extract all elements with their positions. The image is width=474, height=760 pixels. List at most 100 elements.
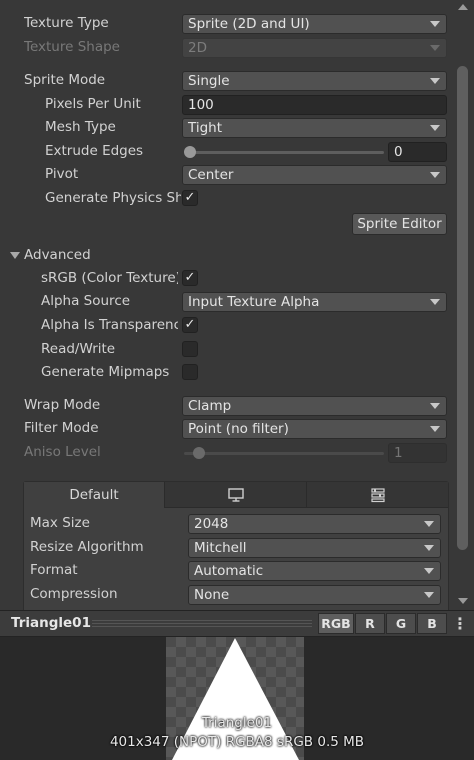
alpha-is-transparency-row: Alpha Is Transparency ✓ [0,315,452,337]
kebab-menu-icon[interactable]: ⋮ [452,614,468,634]
tab-default[interactable]: Default [24,482,165,508]
texture-shape-dropdown: 2D [182,38,447,58]
pixels-per-unit-label: Pixels Per Unit [45,96,141,112]
pixels-per-unit-field[interactable]: 100 [182,95,447,115]
compression-value: None [194,587,230,603]
scroll-down-icon[interactable] [458,598,468,604]
pivot-row: Pivot Center [0,164,452,186]
channel-g-button[interactable]: G [386,613,416,634]
texture-shape-label: Texture Shape [24,39,120,55]
mesh-type-dropdown[interactable]: Tight [182,118,447,138]
foldout-arrow-icon [10,252,20,259]
wrap-mode-dropdown[interactable]: Clamp [182,396,447,416]
alpha-source-dropdown[interactable]: Input Texture Alpha [182,292,447,312]
format-value: Automatic [194,563,264,579]
chevron-down-icon [424,521,434,527]
pivot-value: Center [188,167,234,183]
filter-mode-label: Filter Mode [24,420,99,436]
format-dropdown[interactable]: Automatic [188,561,441,581]
mesh-type-value: Tight [188,120,223,136]
read-write-checkbox[interactable] [182,341,198,357]
texture-type-dropdown[interactable]: Sprite (2D and UI) [182,14,447,34]
generate-physics-shape-label: Generate Physics Shape [45,190,181,206]
alpha-is-transparency-label: Alpha Is Transparency [41,317,178,333]
compression-row: Compression None [0,584,452,606]
tab-standalone[interactable] [165,482,307,508]
chevron-down-icon [424,568,434,574]
checkmark-icon: ✓ [184,317,196,332]
alpha-source-label: Alpha Source [41,293,131,309]
chevron-down-icon [430,299,440,305]
aniso-level-label: Aniso Level [24,444,101,460]
alpha-is-transparency-checkbox[interactable]: ✓ [182,317,198,333]
chevron-down-icon [430,45,440,51]
extrude-edges-slider[interactable] [188,151,384,154]
monitor-icon [227,488,244,502]
filter-mode-dropdown[interactable]: Point (no filter) [182,419,447,439]
inspector-scrollbar[interactable] [452,0,474,610]
sprite-mode-value: Single [188,73,230,89]
chevron-down-icon [430,426,440,432]
sprite-mode-label: Sprite Mode [24,72,106,88]
chevron-down-icon [424,545,434,551]
max-size-row: Max Size 2048 [0,513,452,535]
preview-title: Triangle01 [11,615,91,631]
sliders-icon [370,488,385,503]
aniso-level-slider-knob [193,447,205,459]
chevron-down-icon [430,78,440,84]
tab-server[interactable] [307,482,448,508]
generate-mipmaps-row: Generate Mipmaps [0,362,452,384]
scroll-up-icon[interactable] [458,4,468,10]
sprite-editor-button[interactable]: Sprite Editor [352,213,447,235]
advanced-foldout[interactable]: Advanced [0,245,452,267]
resize-algorithm-dropdown[interactable]: Mitchell [188,538,441,558]
pivot-label: Pivot [45,166,79,182]
chevron-down-icon [430,172,440,178]
preview-header: Triangle01 RGB R G B ⋮ [0,610,474,637]
resize-algorithm-row: Resize Algorithm Mitchell [0,537,452,559]
generate-physics-shape-row: Generate Physics Shape ✓ [0,188,452,210]
resize-algorithm-label: Resize Algorithm [30,539,144,555]
generate-mipmaps-label: Generate Mipmaps [41,364,170,380]
pivot-dropdown[interactable]: Center [182,165,447,185]
srgb-checkbox[interactable]: ✓ [182,270,198,286]
extrude-edges-label: Extrude Edges [45,143,144,159]
format-label: Format [30,562,78,578]
filter-mode-value: Point (no filter) [188,421,289,437]
texture-type-label: Texture Type [24,15,109,31]
format-row: Format Automatic [0,560,452,582]
aniso-level-row: Aniso Level 1 [0,442,452,464]
channel-rgb-button[interactable]: RGB [318,613,354,634]
checkmark-icon: ✓ [184,270,196,285]
max-size-dropdown[interactable]: 2048 [188,514,441,534]
aniso-level-slider [184,452,384,455]
srgb-row: sRGB (Color Texture) ✓ [0,268,452,290]
texture-shape-value: 2D [188,40,207,56]
chevron-down-icon [424,592,434,598]
generate-mipmaps-checkbox[interactable] [182,364,198,380]
advanced-title: Advanced [24,247,91,263]
generate-physics-shape-checkbox[interactable]: ✓ [182,190,198,206]
chevron-down-icon [430,21,440,27]
alpha-source-value: Input Texture Alpha [188,294,320,310]
wrap-mode-value: Clamp [188,398,232,414]
wrap-mode-label: Wrap Mode [24,397,101,413]
resize-algorithm-value: Mitchell [194,540,247,556]
read-write-row: Read/Write [0,339,452,361]
extrude-edges-slider-knob[interactable] [184,146,196,158]
compression-dropdown[interactable]: None [188,585,441,605]
max-size-label: Max Size [30,515,90,531]
scroll-thumb[interactable] [457,66,468,550]
filter-mode-row: Filter Mode Point (no filter) [0,418,452,440]
extrude-edges-field[interactable]: 0 [388,142,447,162]
preview-resize-handle[interactable] [92,620,312,627]
mesh-type-row: Mesh Type Tight [0,117,452,139]
texture-type-row: Texture Type Sprite (2D and UI) [0,13,452,35]
channel-b-button[interactable]: B [417,613,447,634]
texture-shape-row: Texture Shape 2D [0,37,452,59]
platform-tabs: Default [24,482,448,508]
channel-r-button[interactable]: R [355,613,385,634]
mesh-type-label: Mesh Type [45,119,116,135]
sprite-mode-dropdown[interactable]: Single [182,71,447,91]
preview-info-text: 401x347 (NPOT) RGBA8 sRGB 0.5 MB [109,734,365,750]
